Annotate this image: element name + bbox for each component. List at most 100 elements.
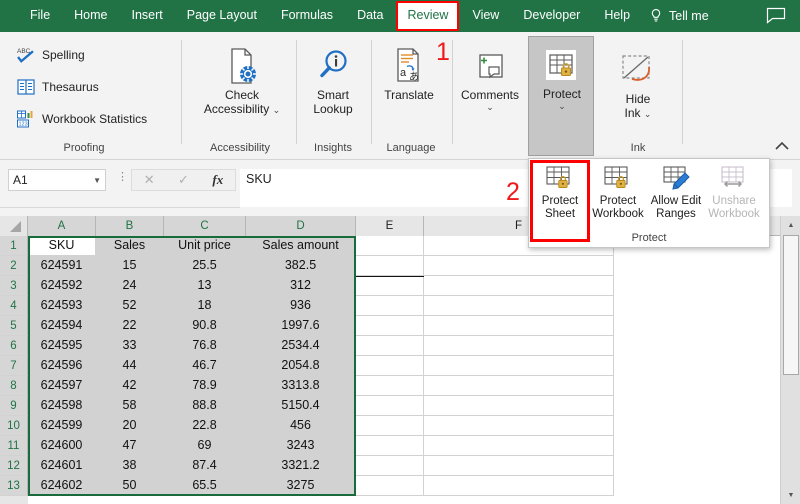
- workbook-statistics-button[interactable]: 123 Workbook Statistics: [16, 110, 147, 128]
- cell-A7[interactable]: 624596: [28, 356, 96, 376]
- cell-B13[interactable]: 50: [96, 476, 164, 496]
- cell-C4[interactable]: 18: [164, 296, 246, 316]
- cell-C7[interactable]: 46.7: [164, 356, 246, 376]
- cell-A4[interactable]: 624593: [28, 296, 96, 316]
- cell-C5[interactable]: 90.8: [164, 316, 246, 336]
- cell-E12[interactable]: [356, 456, 424, 476]
- cell-F10[interactable]: [424, 416, 614, 436]
- cell-D13[interactable]: 3275: [246, 476, 356, 496]
- check-icon[interactable]: ✓: [167, 172, 199, 188]
- cell-F3[interactable]: [424, 276, 614, 296]
- cell-A12[interactable]: 624601: [28, 456, 96, 476]
- smart-lookup-button[interactable]: Smart Lookup: [303, 46, 363, 116]
- cell-A2[interactable]: 624591: [28, 256, 96, 276]
- cell-E10[interactable]: [356, 416, 424, 436]
- check-accessibility-button[interactable]: Check Accessibility ⌄: [200, 46, 284, 116]
- cell-C6[interactable]: 76.8: [164, 336, 246, 356]
- tell-me-box[interactable]: Tell me: [648, 8, 709, 24]
- cell-C2[interactable]: 25.5: [164, 256, 246, 276]
- cell-D10[interactable]: 456: [246, 416, 356, 436]
- cell-A3[interactable]: 624592: [28, 276, 96, 296]
- cell-E8[interactable]: [356, 376, 424, 396]
- spelling-button[interactable]: ABC Spelling: [16, 46, 85, 64]
- thesaurus-button[interactable]: Thesaurus: [16, 78, 99, 96]
- cell-E13[interactable]: [356, 476, 424, 496]
- row-header-12[interactable]: 12: [0, 456, 28, 476]
- tab-insert[interactable]: Insert: [122, 2, 173, 30]
- cell-D9[interactable]: 5150.4: [246, 396, 356, 416]
- cell-B5[interactable]: 22: [96, 316, 164, 336]
- scroll-up-triangle-up-icon[interactable]: ▲: [782, 216, 800, 234]
- column-header-d[interactable]: D: [246, 216, 356, 236]
- tab-developer[interactable]: Developer: [513, 2, 590, 30]
- cell-D8[interactable]: 3313.8: [246, 376, 356, 396]
- cell-E6[interactable]: [356, 336, 424, 356]
- row-header-13[interactable]: 13: [0, 476, 28, 496]
- cell-B7[interactable]: 44: [96, 356, 164, 376]
- cell-B1[interactable]: Sales: [96, 236, 164, 256]
- cell-D6[interactable]: 2534.4: [246, 336, 356, 356]
- cell-C9[interactable]: 88.8: [164, 396, 246, 416]
- chevron-down-icon[interactable]: ⌄: [532, 102, 592, 111]
- column-header-e[interactable]: E: [356, 216, 424, 236]
- cell-B11[interactable]: 47: [96, 436, 164, 456]
- cell-A1[interactable]: SKU: [28, 236, 96, 256]
- cell-D7[interactable]: 2054.8: [246, 356, 356, 376]
- cell-E3[interactable]: [356, 276, 424, 296]
- row-header-7[interactable]: 7: [0, 356, 28, 376]
- column-header-c[interactable]: C: [164, 216, 246, 236]
- tab-view[interactable]: View: [462, 2, 509, 30]
- cell-F6[interactable]: [424, 336, 614, 356]
- tab-data[interactable]: Data: [347, 2, 393, 30]
- cell-D1[interactable]: Sales amount: [246, 236, 356, 256]
- select-all-corner[interactable]: [0, 216, 28, 236]
- cell-F12[interactable]: [424, 456, 614, 476]
- cell-B3[interactable]: 24: [96, 276, 164, 296]
- scroll-down-triangle-down-icon[interactable]: ▼: [782, 486, 800, 504]
- row-header-3[interactable]: 3: [0, 276, 28, 296]
- cell-F5[interactable]: [424, 316, 614, 336]
- cell-C8[interactable]: 78.9: [164, 376, 246, 396]
- cell-D11[interactable]: 3243: [246, 436, 356, 456]
- cell-E9[interactable]: [356, 396, 424, 416]
- cell-B9[interactable]: 58: [96, 396, 164, 416]
- cell-E4[interactable]: [356, 296, 424, 316]
- cell-D4[interactable]: 936: [246, 296, 356, 316]
- row-header-10[interactable]: 10: [0, 416, 28, 436]
- cell-B6[interactable]: 33: [96, 336, 164, 356]
- cell-A8[interactable]: 624597: [28, 376, 96, 396]
- cell-F2[interactable]: [424, 256, 614, 276]
- comment-balloon-icon[interactable]: [766, 7, 786, 24]
- cell-E5[interactable]: [356, 316, 424, 336]
- cell-C3[interactable]: 13: [164, 276, 246, 296]
- row-header-8[interactable]: 8: [0, 376, 28, 396]
- tab-page-layout[interactable]: Page Layout: [177, 2, 267, 30]
- tab-help[interactable]: Help: [594, 2, 640, 30]
- cell-B8[interactable]: 42: [96, 376, 164, 396]
- chevron-down-icon[interactable]: ▼: [93, 176, 101, 185]
- cell-E2[interactable]: [356, 256, 424, 276]
- name-box[interactable]: A1 ▼: [8, 169, 106, 191]
- tab-home[interactable]: Home: [64, 2, 117, 30]
- cell-F11[interactable]: [424, 436, 614, 456]
- cell-D5[interactable]: 1997.6: [246, 316, 356, 336]
- cell-D3[interactable]: 312: [246, 276, 356, 296]
- chevron-down-icon[interactable]: ⌄: [459, 103, 521, 112]
- cell-A13[interactable]: 624602: [28, 476, 96, 496]
- cell-B4[interactable]: 52: [96, 296, 164, 316]
- protect-button[interactable]: Protect ⌄: [532, 45, 592, 111]
- fx-icon[interactable]: fx: [202, 172, 234, 188]
- cell-D2[interactable]: 382.5: [246, 256, 356, 276]
- cell-D12[interactable]: 3321.2: [246, 456, 356, 476]
- cell-A6[interactable]: 624595: [28, 336, 96, 356]
- cell-B12[interactable]: 38: [96, 456, 164, 476]
- tab-file[interactable]: File: [20, 2, 60, 30]
- close-icon[interactable]: ✕: [133, 172, 165, 188]
- cell-F8[interactable]: [424, 376, 614, 396]
- row-header-6[interactable]: 6: [0, 336, 28, 356]
- cell-A10[interactable]: 624599: [28, 416, 96, 436]
- row-header-11[interactable]: 11: [0, 436, 28, 456]
- cell-F4[interactable]: [424, 296, 614, 316]
- hide-ink-button[interactable]: Hide Ink ⌄: [606, 50, 670, 120]
- cell-F13[interactable]: [424, 476, 614, 496]
